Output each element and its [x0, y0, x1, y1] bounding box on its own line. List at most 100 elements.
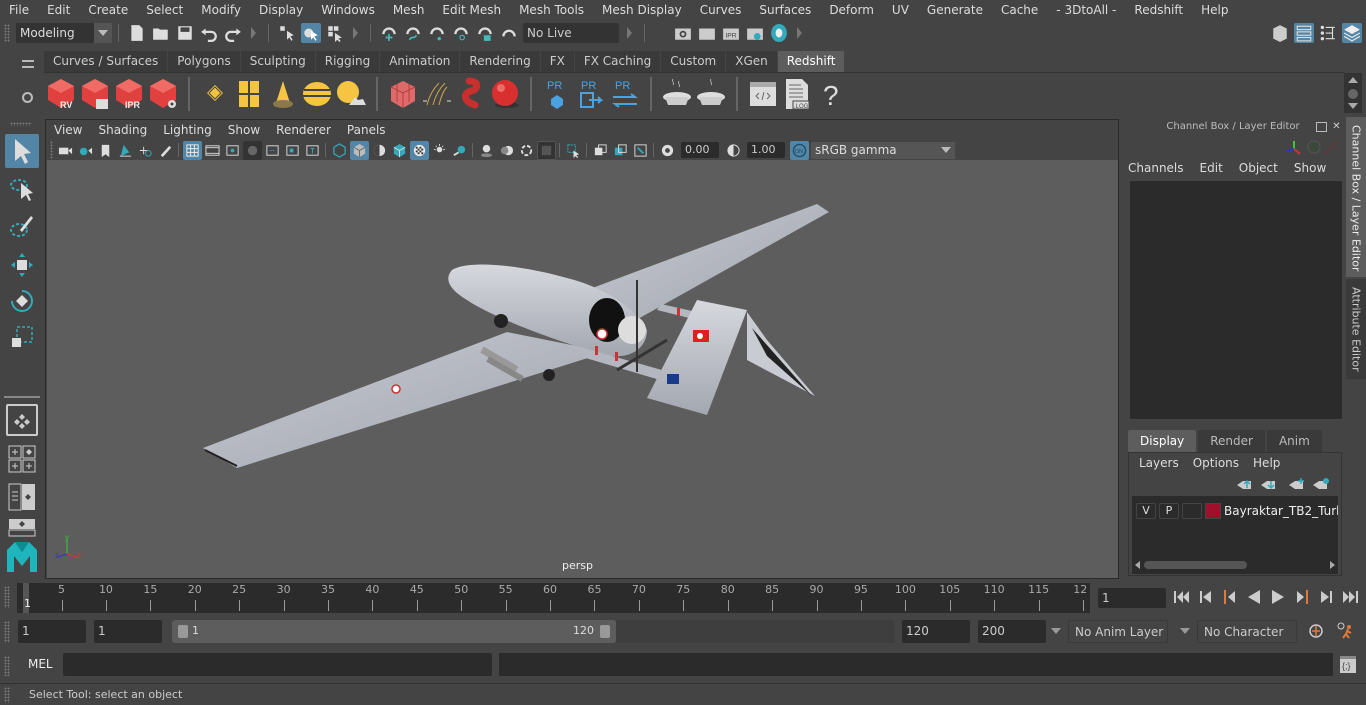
camera-attributes-icon[interactable] — [76, 141, 95, 160]
redshift-spot-light-icon[interactable] — [267, 76, 299, 112]
tab-fx-caching[interactable]: FX Caching — [574, 51, 662, 72]
shadows-icon[interactable] — [450, 141, 469, 160]
layer-color-swatch[interactable] — [1205, 503, 1221, 519]
isolate-select-icon[interactable] — [564, 141, 583, 160]
step-forward-key-icon[interactable] — [1316, 588, 1336, 606]
grip-handle[interactable] — [4, 24, 10, 42]
gamma-icon[interactable] — [724, 141, 743, 160]
layer-menu-help[interactable]: Help — [1253, 456, 1280, 470]
bake-icon[interactable] — [695, 76, 727, 112]
anim-layer-dropdown-arrow[interactable] — [1051, 628, 1061, 634]
menu-edit[interactable]: Edit — [38, 0, 79, 20]
motion-blur-icon[interactable] — [497, 141, 516, 160]
play-backwards-icon[interactable] — [1244, 588, 1264, 606]
layer-display-type-toggle[interactable] — [1182, 503, 1202, 519]
gate-mask-icon[interactable] — [242, 140, 262, 160]
viewport-menu-shading[interactable]: Shading — [90, 123, 155, 137]
channel-box-menu-channels[interactable]: Channels — [1128, 161, 1184, 175]
tab-attribute-editor[interactable]: Attribute Editor — [1346, 279, 1366, 379]
redshift-light-icon[interactable] — [199, 76, 231, 112]
ipr-render-icon[interactable]: IPR — [721, 23, 741, 43]
go-to-end-icon[interactable] — [1340, 588, 1360, 606]
xray-icon[interactable] — [591, 141, 610, 160]
move-tool-icon[interactable] — [5, 248, 39, 282]
viewport-menu-panels[interactable]: Panels — [339, 123, 394, 137]
undo-icon[interactable] — [199, 23, 219, 43]
exposure-field[interactable]: 0.00 — [681, 142, 719, 158]
select-component-icon[interactable] — [325, 23, 345, 43]
default-material-icon[interactable] — [370, 141, 389, 160]
persp-graph-layout-icon[interactable] — [5, 516, 39, 538]
snap-surface-icon[interactable] — [475, 23, 495, 43]
tab-animation[interactable]: Animation — [380, 51, 461, 72]
pr-swap-icon[interactable]: PR — [609, 76, 641, 112]
resolution-gate-icon[interactable] — [223, 141, 242, 160]
exposure-icon[interactable] — [658, 141, 677, 160]
live-surface-field[interactable]: No Live Surface — [523, 23, 619, 60]
step-back-key-icon[interactable] — [1196, 588, 1216, 606]
screen-space-ao-icon[interactable] — [477, 141, 496, 160]
tab-polygons[interactable]: Polygons — [168, 51, 241, 72]
tab-curves-surfaces[interactable]: Curves / Surfaces — [44, 51, 169, 72]
shelf-settings-icon[interactable] — [22, 92, 33, 103]
select-hierarchy-icon[interactable] — [277, 23, 297, 43]
go-to-start-icon[interactable] — [1172, 588, 1192, 606]
new-layer-icon[interactable] — [1287, 477, 1307, 491]
pr-create-icon[interactable]: PR — [541, 76, 573, 112]
menu-3dtoall[interactable]: - 3DtoAll - — [1047, 0, 1125, 20]
layer-menu-options[interactable]: Options — [1193, 456, 1239, 470]
four-pane-layout-icon[interactable] — [5, 442, 39, 476]
bookmark-icon[interactable] — [96, 141, 115, 160]
3d-viewport[interactable]: y x z persp — [47, 160, 1118, 578]
animation-preferences-icon[interactable] — [1336, 621, 1356, 641]
field-chart-icon[interactable] — [263, 141, 282, 160]
collapse-arrow[interactable] — [353, 27, 358, 39]
depth-of-field-icon[interactable] — [536, 140, 556, 160]
scale-tool-icon[interactable] — [5, 320, 39, 354]
speed-icon[interactable] — [1306, 139, 1322, 155]
menu-display[interactable]: Display — [250, 0, 312, 20]
range-start-handle[interactable] — [178, 625, 188, 638]
layer-name[interactable]: Bayraktar_TB2_Turkish_ — [1224, 503, 1338, 519]
move-layer-up-icon[interactable] — [1235, 477, 1255, 491]
menu-mesh-display[interactable]: Mesh Display — [593, 0, 691, 20]
redo-icon[interactable] — [223, 23, 243, 43]
grid-toggle-icon[interactable] — [182, 140, 202, 160]
channel-box-menu-edit[interactable]: Edit — [1200, 161, 1223, 175]
step-forward-frame-icon[interactable] — [1292, 588, 1312, 606]
channel-box-menu-show[interactable]: Show — [1294, 161, 1326, 175]
time-slider-track[interactable]: 1 5 10 15 20 25 30 35 40 45 50 55 60 65 70 75 80 85 90 95 1… — [17, 583, 1090, 613]
tab-xgen[interactable]: XGen — [726, 51, 778, 72]
layer-playback-toggle[interactable]: P — [1159, 503, 1179, 519]
hyperbolic-icon[interactable] — [1324, 139, 1340, 155]
xray-joints-icon[interactable] — [611, 141, 630, 160]
redshift-sun-sky-icon[interactable] — [335, 76, 367, 112]
close-panel-icon[interactable]: ✕ — [1331, 121, 1342, 132]
play-forwards-icon[interactable] — [1268, 588, 1288, 606]
hypershade-icon[interactable] — [769, 23, 789, 43]
range-end-handle[interactable] — [600, 625, 610, 638]
collapse-arrow[interactable] — [797, 27, 802, 39]
start-time-field[interactable]: 1 — [18, 620, 86, 643]
tab-rigging[interactable]: Rigging — [315, 51, 381, 72]
menu-mesh[interactable]: Mesh — [384, 0, 434, 20]
new-layer-selected-icon[interactable] — [1311, 477, 1331, 491]
script-language-label[interactable]: MEL — [28, 657, 53, 671]
redshift-dome-light-icon[interactable] — [301, 76, 333, 112]
new-scene-icon[interactable] — [127, 23, 147, 43]
menu-uv[interactable]: UV — [883, 0, 918, 20]
select-object-icon[interactable] — [301, 23, 321, 43]
anti-aliasing-icon[interactable] — [517, 141, 536, 160]
redshift-area-light-icon[interactable] — [233, 76, 265, 112]
menu-redshift[interactable]: Redshift — [1125, 0, 1192, 20]
range-slider[interactable]: 1 120 — [172, 620, 616, 643]
attribute-editor-toggle-icon[interactable] — [1294, 23, 1314, 43]
snap-curve-icon[interactable] — [403, 23, 423, 43]
snap-point-icon[interactable] — [427, 23, 447, 43]
film-gate-icon[interactable] — [203, 141, 222, 160]
playback-end-field[interactable]: 120 — [902, 620, 970, 643]
menu-curves[interactable]: Curves — [691, 0, 751, 20]
redshift-ipr-icon[interactable]: IPR — [113, 76, 145, 112]
menu-select[interactable]: Select — [137, 0, 192, 20]
open-scene-icon[interactable] — [151, 23, 171, 43]
